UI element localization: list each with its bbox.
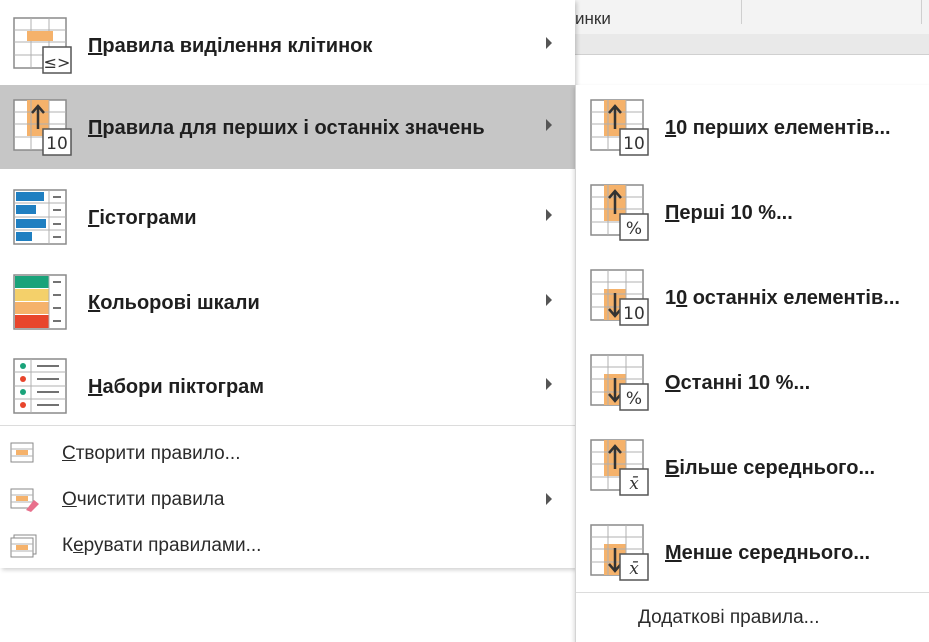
column-header-text: инки	[575, 9, 611, 28]
menu-item-new-rule[interactable]: Створити правило...	[0, 431, 575, 475]
chevron-right-icon	[546, 209, 552, 221]
menu-item-label: Правила для перших і останніх значень	[88, 117, 485, 139]
data-bars-icon	[13, 189, 73, 252]
menu-item-top-bottom-rules[interactable]: 10 Правила для перших і останніх значень	[0, 85, 575, 169]
badge-text: x̄	[629, 559, 639, 579]
submenu-item-below-average[interactable]: x̄ Менше середнього...	[576, 510, 929, 594]
badge-text: %	[626, 389, 642, 409]
conditional-formatting-menu: ≤> Правила виділення клітинок 10 Правила…	[0, 0, 575, 568]
color-scales-icon	[13, 274, 73, 337]
clear-rules-icon	[10, 488, 40, 517]
svg-text:10: 10	[46, 134, 68, 154]
chevron-right-icon	[546, 119, 552, 131]
menu-item-label: Керувати правилами...	[62, 535, 262, 556]
badge-text: x̄	[629, 474, 639, 494]
menu-item-label: Набори піктограм	[88, 376, 265, 398]
menu-item-clear-rules[interactable]: Очистити правила	[0, 477, 575, 521]
menu-divider	[0, 425, 575, 426]
submenu-divider	[576, 592, 929, 593]
submenu-item-label: Перші 10 %...	[665, 202, 793, 224]
menu-item-label: Створити правило...	[62, 443, 241, 464]
badge-text: 10	[623, 134, 645, 154]
top-10-icon: 10	[590, 99, 652, 162]
svg-text:≤>: ≤>	[44, 53, 71, 72]
badge-text: %	[626, 219, 642, 239]
menu-item-highlight-cells-rules[interactable]: ≤> Правила виділення клітинок	[0, 3, 575, 87]
submenu-item-label: 10 перших елементів...	[665, 117, 891, 139]
manage-rules-icon	[10, 534, 38, 563]
above-average-icon: x̄	[590, 439, 652, 502]
top-10-percent-icon: %	[590, 184, 652, 247]
submenu-item-top-10-items[interactable]: 10 10 перших елементів...	[576, 85, 929, 169]
chevron-right-icon	[546, 493, 552, 505]
menu-item-label: Очистити правила	[62, 489, 225, 510]
below-average-icon: x̄	[590, 524, 652, 587]
icon-sets-icon	[13, 358, 73, 421]
sheet-column-header: инки	[575, 0, 929, 35]
menu-item-label: Гістограми	[88, 207, 197, 229]
chevron-right-icon	[546, 294, 552, 306]
new-rule-icon	[10, 442, 36, 469]
submenu-item-more-rules[interactable]: Додаткові правила...	[638, 607, 820, 629]
submenu-item-bottom-10-percent[interactable]: % Останні 10 %...	[576, 340, 929, 424]
chevron-right-icon	[546, 378, 552, 390]
submenu-item-above-average[interactable]: x̄ Більше середнього...	[576, 425, 929, 509]
column-separator	[741, 0, 742, 24]
bottom-10-percent-icon: %	[590, 354, 652, 417]
submenu-item-label: 10 останніх елементів...	[665, 287, 900, 309]
submenu-item-label: Останні 10 %...	[665, 372, 811, 394]
submenu-item-top-10-percent[interactable]: % Перші 10 %...	[576, 170, 929, 254]
badge-text: 10	[623, 304, 645, 324]
menu-item-label: Правила виділення клітинок	[88, 35, 373, 57]
menu-item-data-bars[interactable]: Гістограми	[0, 175, 575, 259]
bottom-10-icon: 10	[590, 269, 652, 332]
column-separator	[921, 0, 922, 24]
menu-item-color-scales[interactable]: Кольорові шкали	[0, 260, 575, 344]
menu-item-label: Кольорові шкали	[88, 292, 260, 314]
submenu-item-bottom-10-items[interactable]: 10 10 останніх елементів...	[576, 255, 929, 339]
highlight-cells-icon: ≤>	[13, 17, 73, 80]
menu-item-icon-sets[interactable]: Набори піктограм	[0, 344, 575, 428]
submenu-item-label: Менше середнього...	[665, 542, 871, 564]
top-bottom-rules-submenu: 10 10 перших елементів... % Перші 10 %..…	[575, 85, 929, 642]
chevron-right-icon	[546, 37, 552, 49]
sheet-band	[575, 34, 929, 55]
menu-item-manage-rules[interactable]: Керувати правилами...	[0, 523, 575, 567]
top-bottom-icon: 10	[13, 99, 73, 162]
submenu-item-label: Більше середнього...	[665, 457, 876, 479]
